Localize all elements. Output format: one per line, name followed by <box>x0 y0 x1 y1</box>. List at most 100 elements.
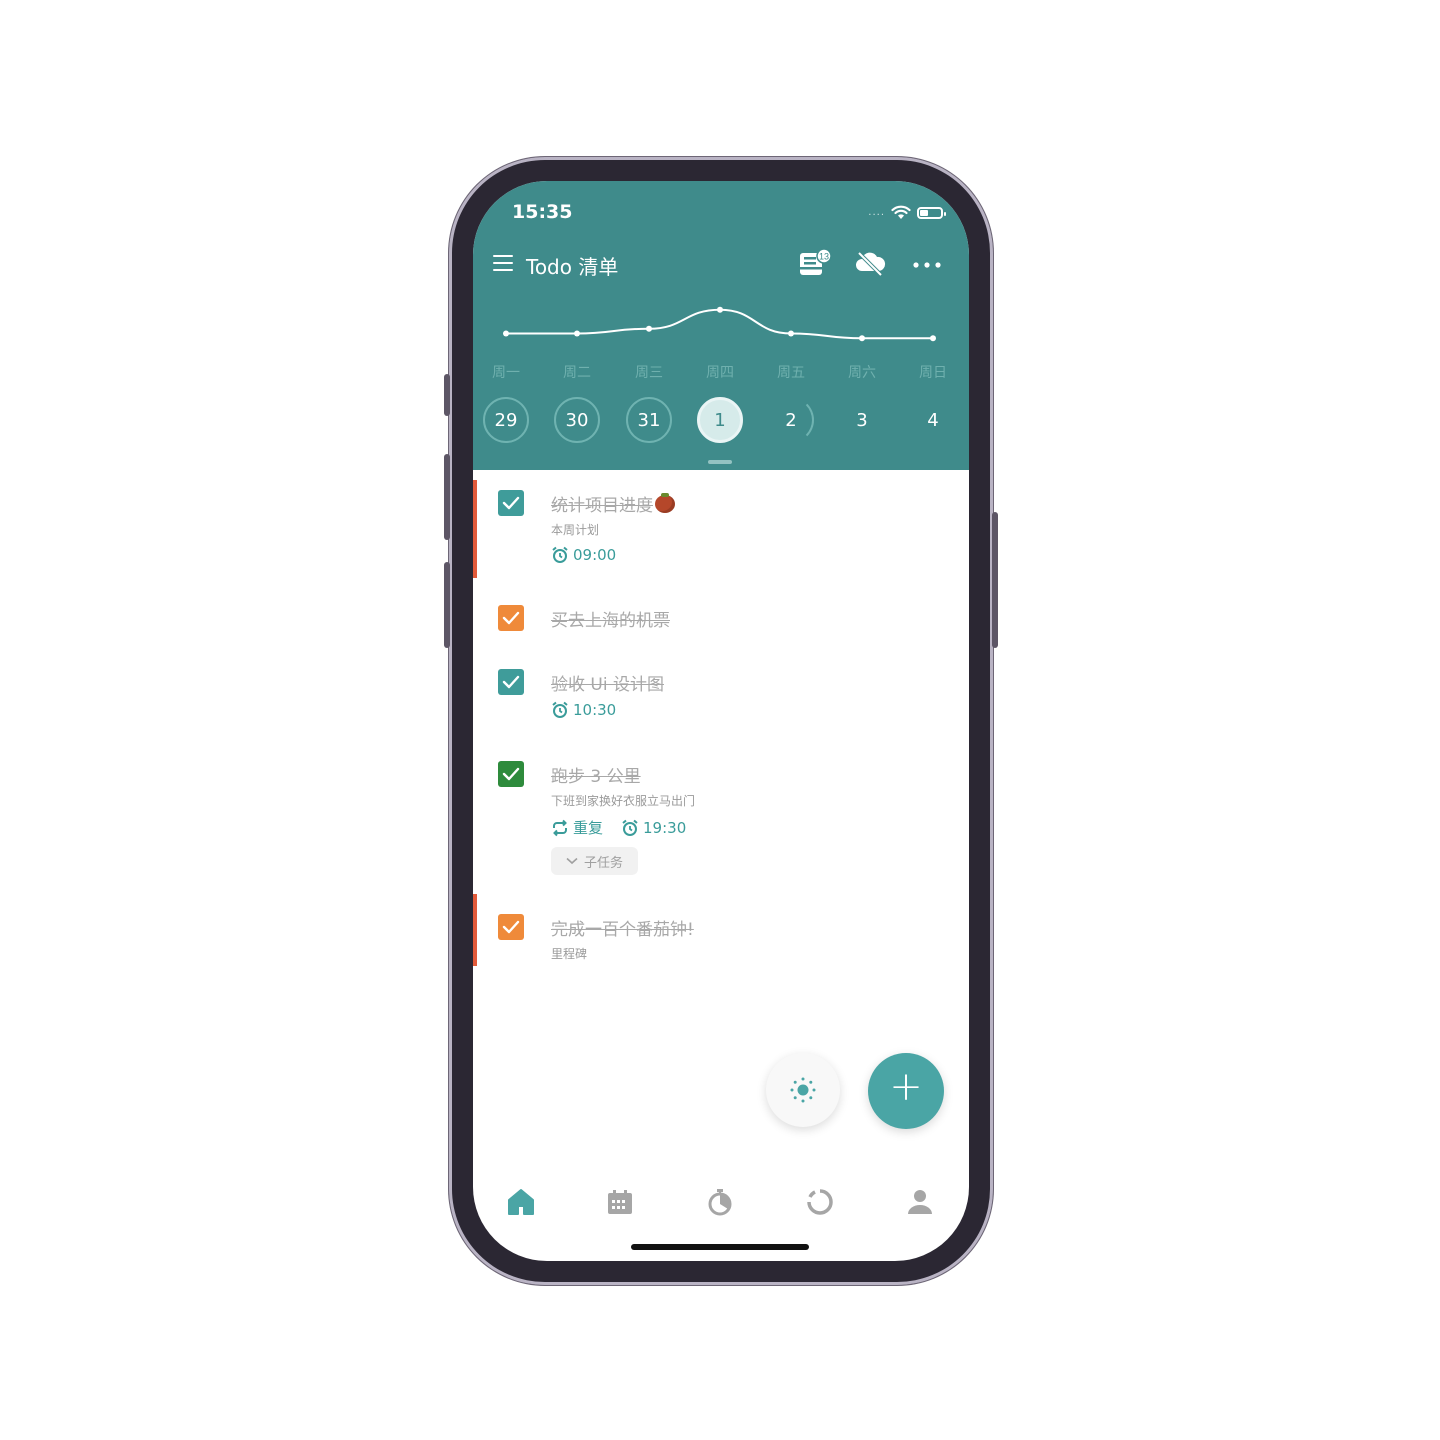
task-title: 统计项目进度 <box>551 491 675 516</box>
volume-down-button <box>444 562 450 648</box>
chart-point <box>859 335 865 342</box>
chart-point <box>574 330 580 337</box>
task-item[interactable]: 统计项目进度 本周计划 09:00 <box>473 480 969 580</box>
date-today[interactable]: 1 <box>697 397 743 443</box>
stopwatch-icon <box>708 1189 732 1216</box>
cloud-off-icon <box>856 251 886 277</box>
page-title: Todo 清单 <box>526 255 619 279</box>
date-item[interactable]: 2 <box>768 397 814 443</box>
weekday-row: 周一 周二 周三 周四 周五 周六 周日 <box>473 362 969 386</box>
tab-timer[interactable] <box>703 1185 737 1219</box>
task-checkbox[interactable] <box>498 605 524 631</box>
inbox-button[interactable]: 13 <box>797 247 832 279</box>
task-item[interactable]: 验收 Ui 设计图 10:30 <box>473 659 969 729</box>
check-icon <box>502 767 520 781</box>
task-item[interactable]: 跑步 3 公里 下班到家换好衣服立马出门 重复 19:30 子任务 <box>473 751 969 891</box>
chart-point <box>503 330 509 337</box>
power-button <box>992 512 998 648</box>
date-item[interactable]: 30 <box>554 397 600 443</box>
task-title: 完成一百个番茄钟! <box>551 920 694 940</box>
tab-calendar[interactable] <box>603 1185 637 1219</box>
alarm-icon <box>552 546 568 563</box>
status-icons: .... <box>868 205 946 220</box>
home-icon <box>508 1189 534 1215</box>
date-item[interactable]: 31 <box>626 397 672 443</box>
chart-point <box>930 335 936 342</box>
tab-profile[interactable] <box>903 1185 937 1219</box>
task-subtitle: 里程碑 <box>551 947 588 961</box>
task-checkbox[interactable] <box>498 761 524 787</box>
drag-handle[interactable] <box>708 460 732 464</box>
date-row: 29 30 31 1 2 3 4 <box>473 397 969 447</box>
alarm-icon <box>552 701 568 718</box>
chevron-down-icon <box>566 857 578 865</box>
add-task-button[interactable]: + <box>868 1053 944 1129</box>
battery-icon <box>917 206 946 219</box>
task-checkbox[interactable] <box>498 914 524 940</box>
priority-bar <box>473 480 477 578</box>
chart-line <box>506 308 933 340</box>
weekday-label: 周三 <box>635 365 663 381</box>
weekday-label: 周一 <box>492 365 520 381</box>
app-screen: 15:35 .... Todo 清单 13 周一 周二 周三 周四 周五 周六 … <box>473 181 969 1261</box>
tab-home[interactable] <box>504 1185 538 1219</box>
task-title: 验收 Ui 设计图 <box>551 675 664 695</box>
date-item[interactable]: 4 <box>910 397 956 443</box>
status-time: 15:35 <box>512 201 573 223</box>
inbox-badge: 13 <box>819 252 829 262</box>
more-button[interactable] <box>911 247 943 279</box>
home-indicator <box>631 1244 809 1250</box>
chart-point <box>646 325 652 332</box>
volume-up-button <box>444 454 450 540</box>
sync-button[interactable] <box>854 247 886 279</box>
task-title: 跑步 3 公里 <box>551 767 641 787</box>
weekday-label: 周二 <box>563 365 591 381</box>
tab-bar <box>473 1181 969 1225</box>
chart-point <box>788 330 794 337</box>
sun-icon <box>790 1077 816 1103</box>
task-meta: 09:00 <box>551 546 628 564</box>
repeat-tag: 重复 <box>551 817 603 838</box>
alarm-icon <box>622 819 638 836</box>
weekday-label: 周五 <box>777 365 805 381</box>
task-time: 09:00 <box>573 546 617 564</box>
mute-switch <box>444 374 450 416</box>
weekday-label: 周六 <box>848 365 876 381</box>
plus-icon: + <box>889 1064 923 1110</box>
task-checkbox[interactable] <box>498 490 524 516</box>
focus-mode-button[interactable] <box>766 1053 840 1127</box>
weekday-label: 周日 <box>919 365 947 381</box>
tab-habits[interactable] <box>803 1185 837 1219</box>
header: 15:35 .... Todo 清单 13 周一 周二 周三 周四 周五 周六 … <box>473 181 969 470</box>
task-title: 买去上海的机票 <box>551 611 670 631</box>
progress-ring-icon <box>807 1189 833 1215</box>
task-time: 19:30 <box>643 818 687 837</box>
task-subtitle: 本周计划 <box>551 523 600 537</box>
task-checkbox[interactable] <box>498 669 524 695</box>
check-icon <box>502 496 520 510</box>
inbox-icon: 13 <box>800 248 832 275</box>
menu-icon[interactable] <box>493 255 513 271</box>
task-time: 10:30 <box>573 701 617 719</box>
more-icon <box>913 262 941 268</box>
date-item[interactable]: 29 <box>483 397 529 443</box>
check-icon <box>502 920 520 934</box>
task-item[interactable]: 完成一百个番茄钟! 里程碑 <box>473 894 969 984</box>
priority-bar <box>473 894 477 966</box>
task-item[interactable]: 买去上海的机票 <box>473 595 969 645</box>
subtask-toggle[interactable]: 子任务 <box>551 847 638 875</box>
repeat-icon <box>553 819 567 836</box>
wifi-icon <box>891 205 911 219</box>
task-subtitle: 下班到家换好衣服立马出门 <box>551 794 696 808</box>
week-chart <box>503 306 936 342</box>
check-icon <box>502 611 520 625</box>
signal-icon: .... <box>868 207 885 218</box>
chart-point <box>717 306 723 313</box>
check-icon <box>502 675 520 689</box>
tomato-icon <box>655 493 675 513</box>
calendar-icon <box>608 1190 632 1214</box>
weekday-label: 周四 <box>706 365 734 381</box>
task-meta: 10:30 <box>551 701 628 719</box>
date-item[interactable]: 3 <box>839 397 885 443</box>
task-meta: 重复 19:30 <box>551 817 698 838</box>
